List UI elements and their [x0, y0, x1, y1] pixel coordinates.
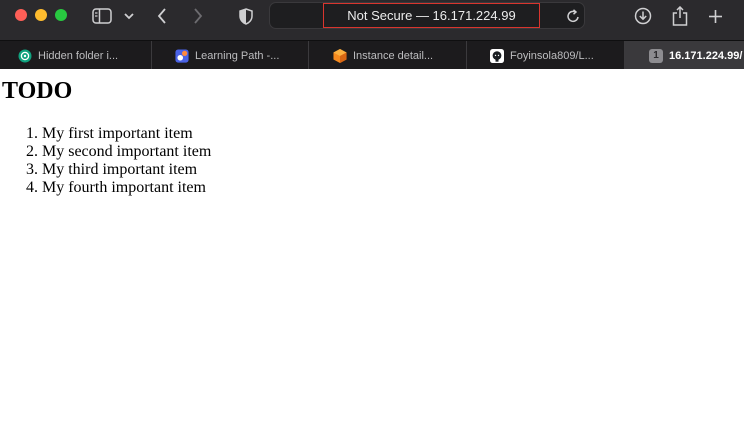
- page-title: TODO: [2, 78, 73, 104]
- tab-learning-path[interactable]: Learning Path -...: [152, 41, 309, 69]
- tab-active-page[interactable]: 1 16.171.224.99/: [625, 41, 744, 69]
- numbered-tab-icon: 1: [649, 48, 663, 63]
- maximize-window-button[interactable]: [55, 9, 67, 21]
- browser-window: Not Secure — 16.171.224.99 Hidden folder…: [0, 0, 744, 434]
- tab-github[interactable]: Foyinsola809/L...: [467, 41, 625, 69]
- tab-instance-details[interactable]: Instance detail...: [309, 41, 467, 69]
- close-window-button[interactable]: [15, 9, 27, 21]
- chevron-down-icon[interactable]: [122, 5, 136, 27]
- url-text[interactable]: Not Secure — 16.171.224.99: [323, 3, 540, 28]
- sidebar-toggle-icon[interactable]: [90, 5, 114, 27]
- reload-icon[interactable]: [565, 5, 581, 27]
- share-icon[interactable]: [670, 5, 690, 27]
- aws-ec2-icon: [333, 48, 347, 63]
- tab-label: 16.171.224.99/: [669, 49, 743, 62]
- back-icon[interactable]: [154, 5, 170, 27]
- github-icon: [490, 48, 504, 63]
- page-content: TODO My first important item My second i…: [0, 69, 744, 434]
- tab-label: Foyinsola809/L...: [510, 49, 594, 62]
- todo-list: My first important item My second import…: [0, 125, 211, 197]
- tab-label: Hidden folder i...: [38, 49, 119, 62]
- chatgpt-icon: [18, 49, 32, 63]
- privacy-shield-icon[interactable]: [237, 5, 255, 27]
- tab-bar: Hidden folder i... Learning Path -... In…: [0, 40, 744, 69]
- forward-icon[interactable]: [190, 5, 206, 27]
- learning-path-icon: [175, 48, 189, 63]
- list-item: My second important item: [42, 143, 211, 161]
- tab-chatgpt[interactable]: Hidden folder i...: [0, 41, 152, 69]
- downloads-icon[interactable]: [633, 5, 653, 27]
- tab-label: Learning Path -...: [195, 49, 280, 62]
- list-item: My third important item: [42, 161, 211, 179]
- list-item: My first important item: [42, 125, 211, 143]
- browser-toolbar: Not Secure — 16.171.224.99: [0, 0, 744, 40]
- tab-label: Instance detail...: [353, 49, 434, 62]
- minimize-window-button[interactable]: [35, 9, 47, 21]
- list-item: My fourth important item: [42, 179, 211, 197]
- tab-badge: 1: [653, 50, 659, 61]
- new-tab-plus-icon[interactable]: [706, 5, 724, 27]
